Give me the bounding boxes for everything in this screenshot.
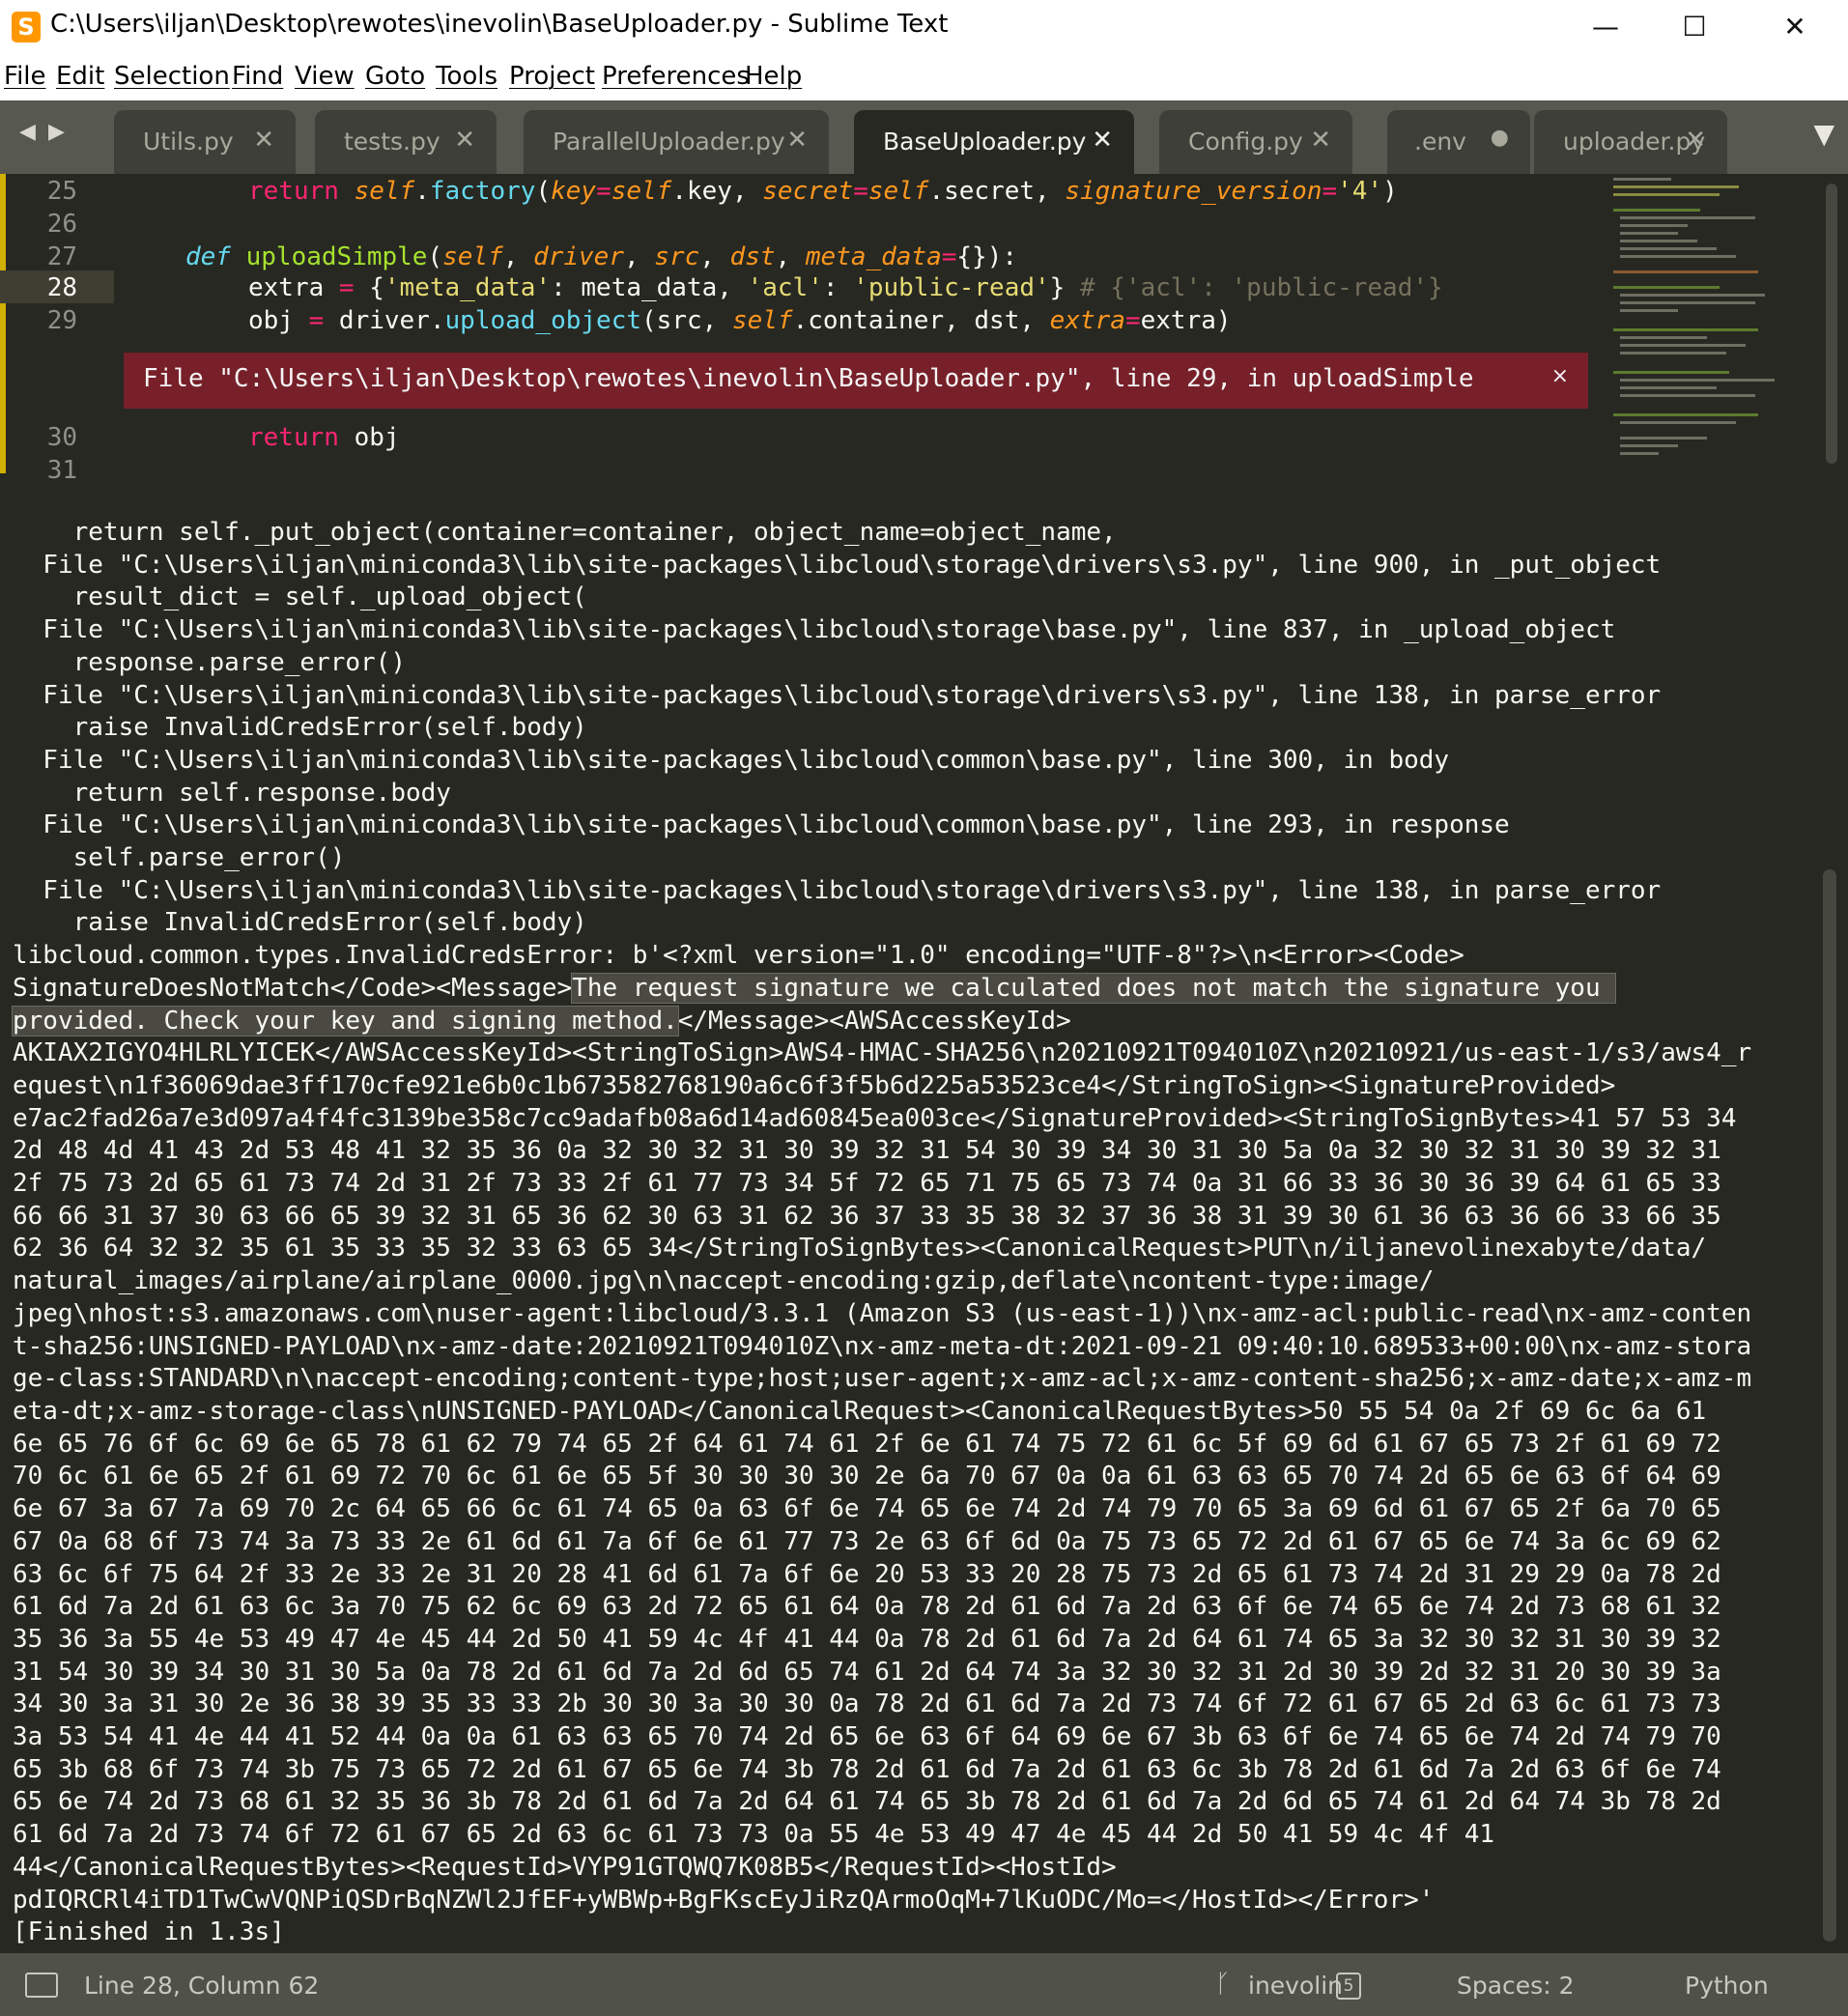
git-branch-icon: ᚴ bbox=[1215, 1970, 1231, 1999]
modified-gutter-marker bbox=[0, 174, 6, 473]
line-number: 28 bbox=[46, 273, 77, 302]
minimap[interactable] bbox=[1608, 174, 1811, 473]
indentation-setting[interactable]: Spaces: 2 bbox=[1457, 1972, 1574, 2000]
line-number: 26 bbox=[46, 210, 77, 239]
output-text: </Message><AWSAccessKeyId> AKIAX2IGYO4HL… bbox=[13, 1006, 1752, 1947]
code-line: return obj bbox=[248, 423, 400, 452]
tab-tests[interactable]: tests.py ✕ bbox=[315, 110, 497, 174]
syntax-selector[interactable]: Python bbox=[1685, 1972, 1769, 2000]
menu-find[interactable]: Find bbox=[232, 62, 283, 91]
maximize-button[interactable]: ☐ bbox=[1656, 4, 1733, 50]
tab-label: Config.py bbox=[1188, 128, 1303, 156]
menu-tools[interactable]: Tools bbox=[436, 62, 498, 91]
menu-view[interactable]: View bbox=[295, 62, 355, 91]
tab-uploader[interactable]: uploader.py ✕ bbox=[1534, 110, 1727, 174]
git-branch[interactable]: inevolin bbox=[1248, 1972, 1343, 2000]
error-message: File "C:\Users\iljan\Desktop\rewotes\ine… bbox=[143, 364, 1474, 393]
menu-preferences[interactable]: Preferences bbox=[602, 62, 750, 91]
code-line: return self.factory(key=self.key, secret… bbox=[248, 177, 1398, 206]
minimize-button[interactable]: — bbox=[1567, 4, 1644, 50]
tab-close-icon[interactable]: ✕ bbox=[1685, 126, 1706, 155]
editor-vertical-scrollbar[interactable] bbox=[1826, 184, 1837, 464]
tab-label: ParallelUploader.py bbox=[553, 128, 785, 156]
build-output-panel[interactable]: return self._put_object(container=contai… bbox=[0, 507, 1848, 1953]
editor-pane[interactable]: 25 26 27 28 29 30 31 return self.factory… bbox=[0, 174, 1848, 502]
line-number: 31 bbox=[46, 456, 77, 485]
tab-baseuploader[interactable]: BaseUploader.py ✕ bbox=[854, 110, 1134, 174]
output-text: return self._put_object(container=contai… bbox=[13, 518, 1662, 1003]
line-number: 27 bbox=[46, 242, 77, 271]
tab-utils[interactable]: Utils.py ✕ bbox=[114, 110, 296, 174]
status-bar: Line 28, Column 62 ᚴ inevolin 5 Spaces: … bbox=[0, 1953, 1848, 2016]
git-changes-badge: 5 bbox=[1336, 1973, 1361, 2000]
line-number: 29 bbox=[46, 306, 77, 335]
tab-label: .env bbox=[1414, 128, 1466, 156]
tab-close-icon[interactable]: ✕ bbox=[1310, 126, 1331, 155]
tab-label: uploader.py bbox=[1563, 128, 1706, 156]
code-line: obj = driver.upload_object(src, self.con… bbox=[248, 306, 1232, 335]
sublime-logo-icon: S bbox=[12, 12, 41, 43]
unsaved-dot-icon[interactable]: ● bbox=[1491, 126, 1509, 150]
tab-close-icon[interactable]: ✕ bbox=[1092, 126, 1113, 155]
error-close-icon[interactable]: × bbox=[1551, 364, 1569, 388]
menu-selection[interactable]: Selection bbox=[114, 62, 230, 91]
menu-goto[interactable]: Goto bbox=[365, 62, 425, 91]
tab-label: BaseUploader.py bbox=[883, 128, 1087, 156]
selected-text: The request signature we calculated does… bbox=[571, 972, 1617, 1004]
tab-paralleluploader[interactable]: ParallelUploader.py ✕ bbox=[524, 110, 829, 174]
menu-file[interactable]: File bbox=[4, 62, 46, 91]
tab-list-dropdown-icon[interactable]: ▼ bbox=[1813, 118, 1834, 150]
output-vertical-scrollbar[interactable] bbox=[1823, 869, 1836, 1942]
tab-config[interactable]: Config.py ✕ bbox=[1159, 110, 1352, 174]
window-title: C:\Users\iljan\Desktop\rewotes\inevolin\… bbox=[50, 10, 949, 39]
tab-forward-icon[interactable]: ▶ bbox=[48, 120, 65, 144]
tab-env[interactable]: .env ● bbox=[1387, 110, 1530, 174]
line-number: 30 bbox=[46, 423, 77, 452]
inline-error-banner: File "C:\Users\iljan\Desktop\rewotes\ine… bbox=[124, 353, 1588, 409]
tab-close-icon[interactable]: ✕ bbox=[786, 126, 808, 155]
code-line: extra = {'meta_data': meta_data, 'acl': … bbox=[248, 273, 1443, 302]
line-number: 25 bbox=[46, 177, 77, 206]
title-bar: S C:\Users\iljan\Desktop\rewotes\inevoli… bbox=[0, 0, 1848, 54]
menu-help[interactable]: Help bbox=[745, 62, 802, 91]
tab-label: Utils.py bbox=[143, 128, 234, 156]
tab-close-icon[interactable]: ✕ bbox=[253, 126, 274, 155]
menu-project[interactable]: Project bbox=[509, 62, 595, 91]
tab-close-icon[interactable]: ✕ bbox=[454, 126, 475, 155]
cursor-position: Line 28, Column 62 bbox=[84, 1972, 320, 2000]
selected-text: provided. Check your key and signing met… bbox=[12, 1005, 679, 1036]
close-window-button[interactable]: ✕ bbox=[1756, 4, 1834, 50]
code-line: def uploadSimple(self, driver, src, dst,… bbox=[185, 242, 1018, 271]
tab-back-icon[interactable]: ◀ bbox=[19, 120, 36, 144]
tab-label: tests.py bbox=[344, 128, 441, 156]
menu-bar: File Edit Selection Find View Goto Tools… bbox=[0, 54, 1848, 100]
build-output-text: return self._put_object(container=contai… bbox=[12, 517, 1752, 1949]
menu-edit[interactable]: Edit bbox=[56, 62, 104, 91]
tab-bar: ◀ ▶ Utils.py ✕ tests.py ✕ ParallelUpload… bbox=[0, 100, 1848, 174]
panel-toggle-icon[interactable] bbox=[25, 1973, 58, 1998]
